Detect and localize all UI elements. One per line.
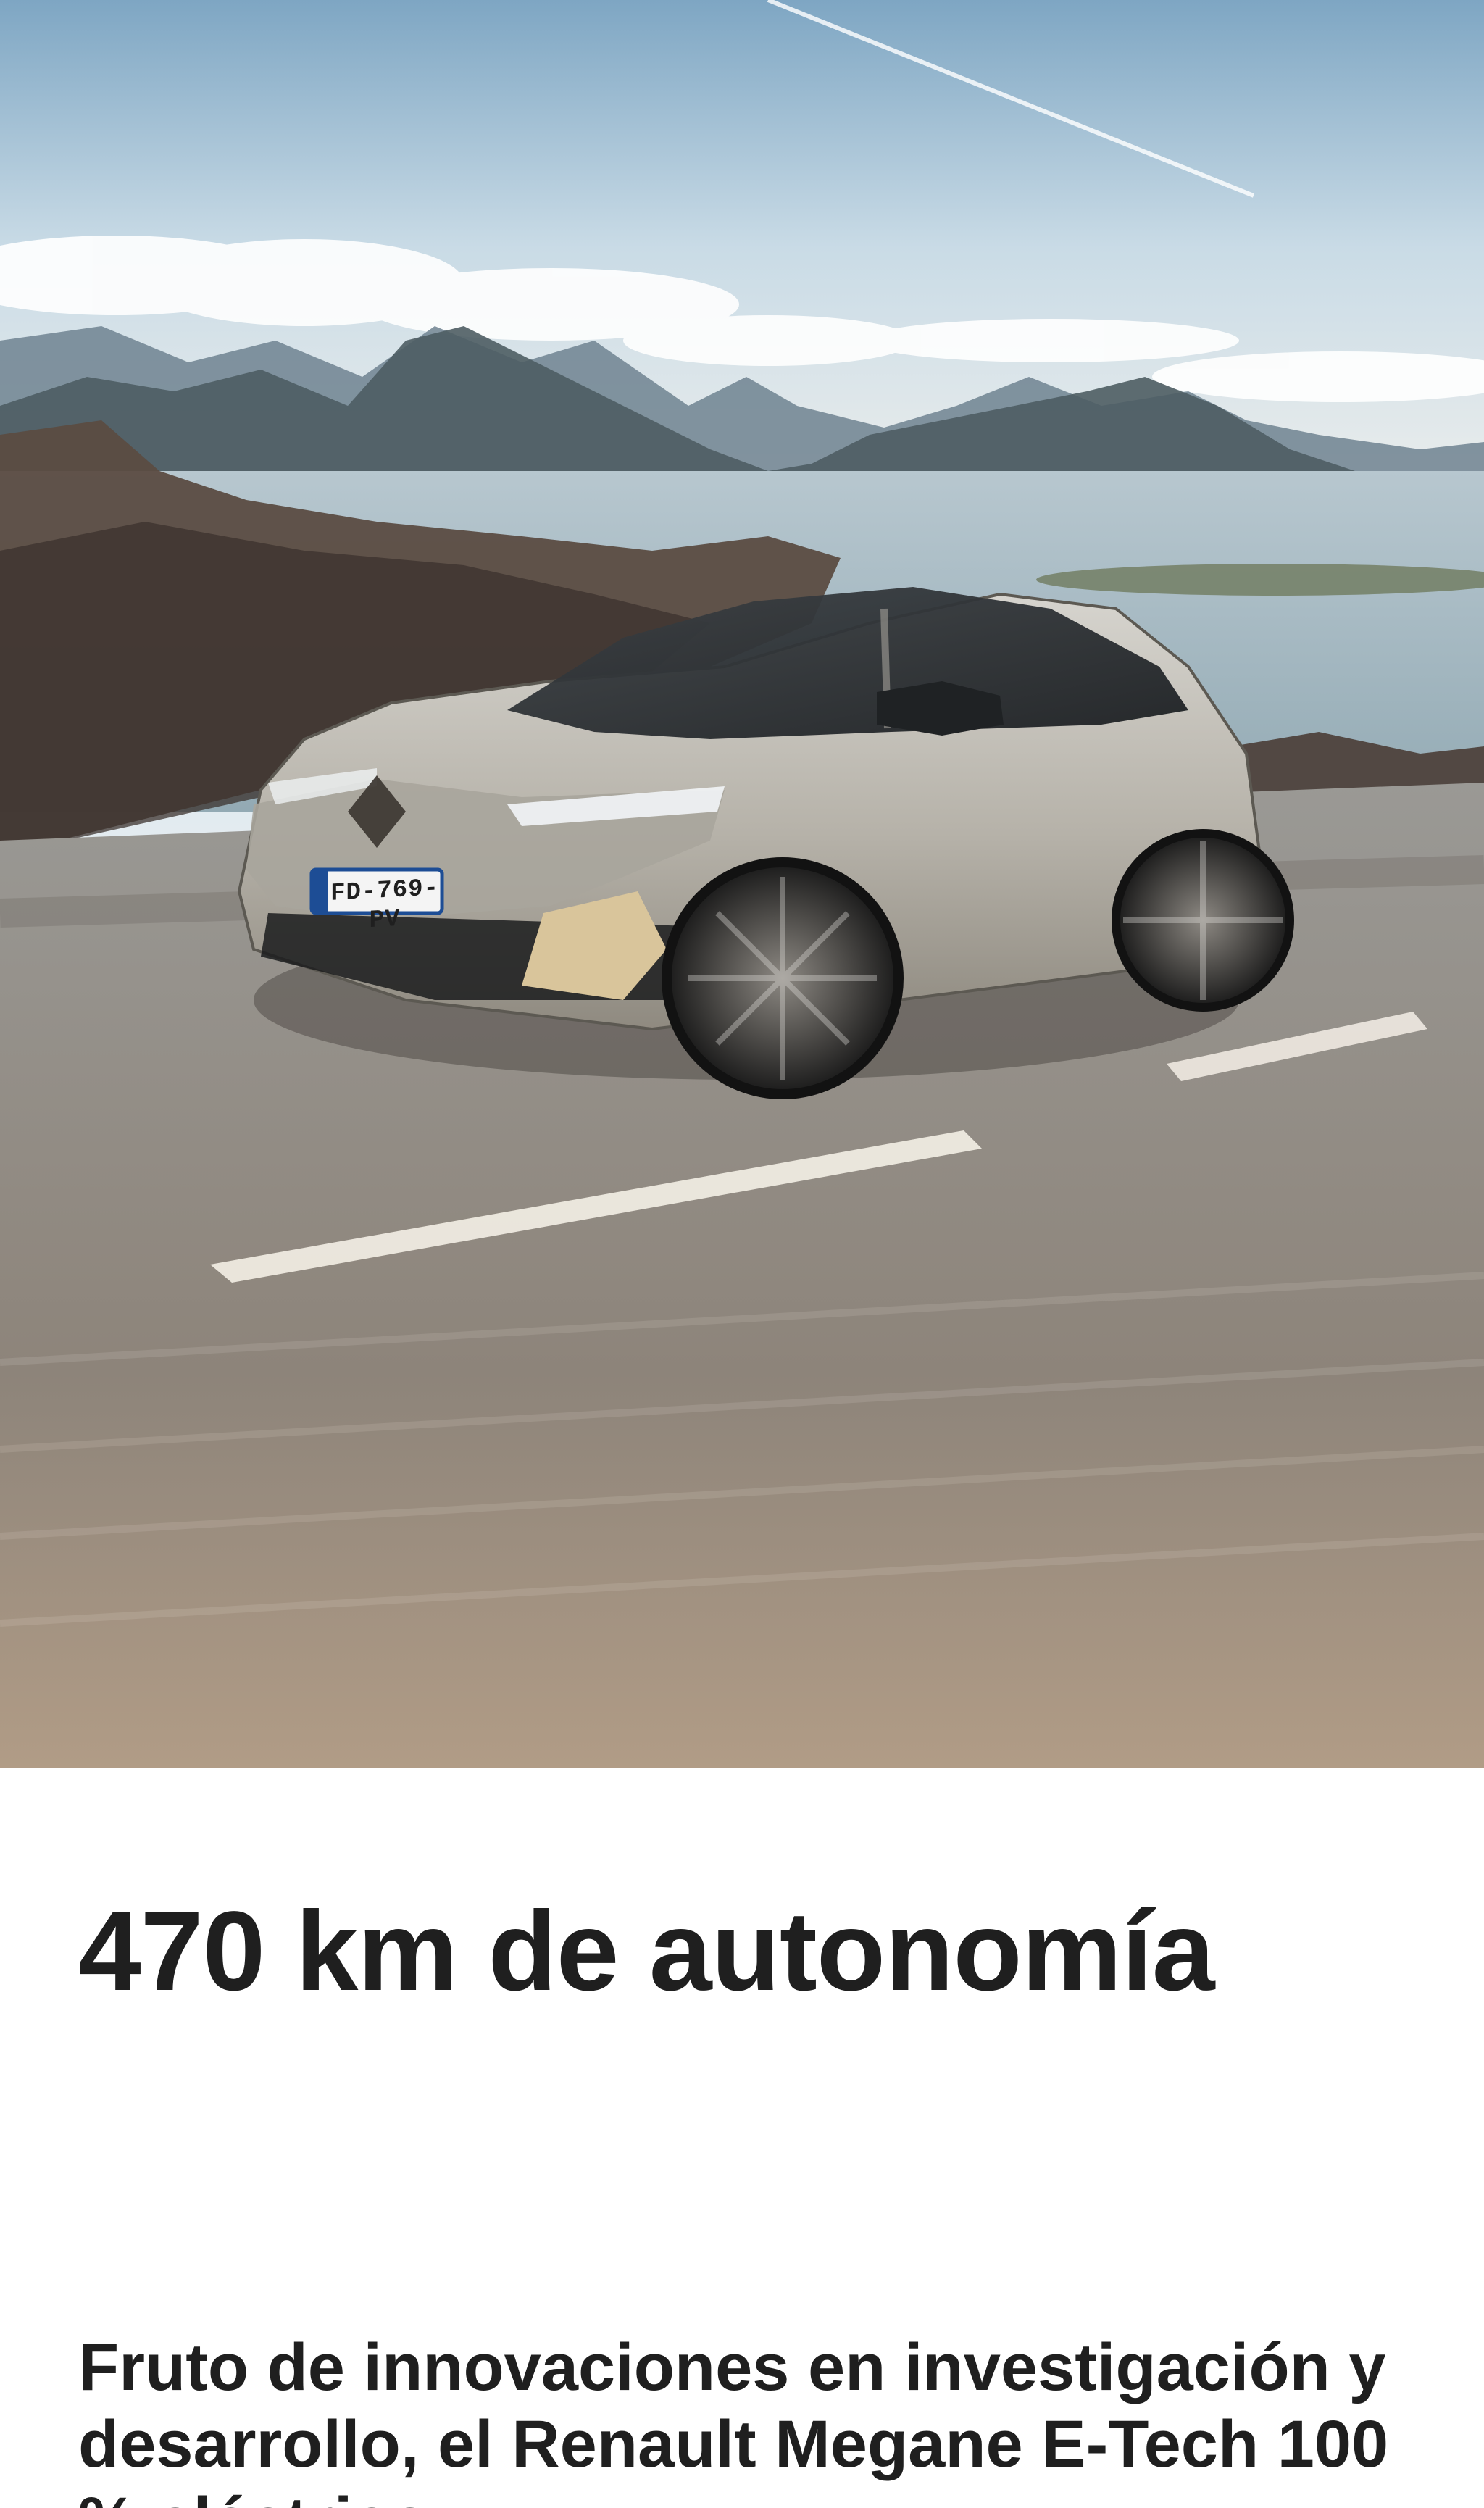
page: FD-769-PV 470 km de autonomía Fruto de i…: [0, 0, 1484, 2508]
hero-image: FD-769-PV: [0, 0, 1484, 1768]
hero-scene: [0, 0, 1484, 1768]
license-plate-eu-strip: [312, 870, 328, 913]
body-text: Fruto de innovaciones en investigación y…: [78, 2330, 1389, 2508]
headline: 470 km de autonomía: [78, 1888, 1215, 2015]
license-plate-text: FD-769-PV: [330, 875, 439, 936]
